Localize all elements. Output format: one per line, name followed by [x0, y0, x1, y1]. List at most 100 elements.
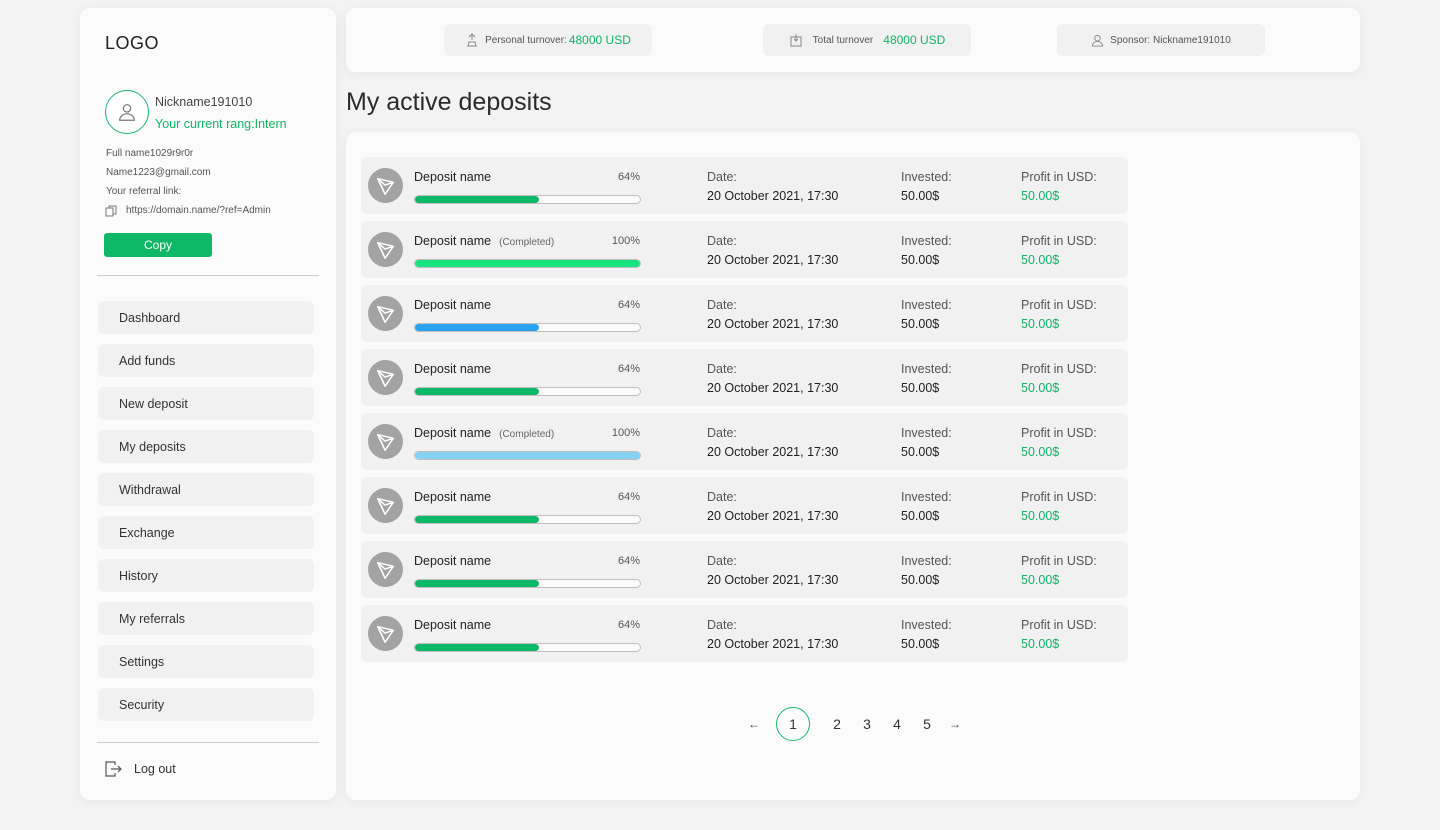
user-icon: [119, 104, 135, 121]
progress-fill: [415, 388, 539, 395]
deposit-percent: 100%: [611, 235, 640, 247]
date-value: 20 October 2021, 17:30: [707, 253, 839, 267]
date-label: Date:: [707, 426, 737, 440]
sidebar-item-new-deposit[interactable]: New deposit: [98, 387, 314, 420]
pagination: ← 1 2 3 4 5 →: [747, 707, 962, 741]
progress-fill: [415, 644, 539, 651]
deposit-row[interactable]: Deposit name (Completed) 100% Date: 20 Octob…: [361, 413, 1128, 470]
invested-value: 50.00$: [901, 381, 940, 395]
progress-bar: [414, 451, 641, 460]
page-link[interactable]: 5: [912, 716, 942, 732]
deposit-percent: 64%: [617, 555, 640, 567]
sidebar-item-settings[interactable]: Settings: [98, 645, 314, 678]
deposit-percent: 64%: [617, 619, 640, 631]
profit-value: 50.00$: [1021, 317, 1060, 331]
invested-label: Invested:: [901, 234, 952, 248]
sidebar-item-my-deposits[interactable]: My deposits: [98, 430, 314, 463]
personal-turnover-badge: Personal turnover: 48000 USD: [444, 24, 652, 56]
progress-fill: [415, 324, 539, 331]
progress-fill: [415, 452, 640, 459]
date-value: 20 October 2021, 17:30: [707, 317, 839, 331]
referral-link[interactable]: https://domain.name/?ref=Admin: [126, 205, 271, 216]
deposit-icon: [368, 296, 403, 331]
page-link[interactable]: 2: [822, 716, 852, 732]
invested-label: Invested:: [901, 298, 952, 312]
profit-label: Profit in USD:: [1021, 426, 1097, 440]
invested-value: 50.00$: [901, 445, 940, 459]
deposit-name: Deposit name: [414, 618, 492, 632]
profit-label: Profit in USD:: [1021, 234, 1097, 248]
deposit-icon: [368, 488, 403, 523]
copy-button[interactable]: Copy: [104, 233, 212, 257]
avatar[interactable]: [105, 90, 149, 134]
profit-label: Profit in USD:: [1021, 618, 1097, 632]
tron-icon: [376, 625, 394, 643]
logout-button[interactable]: Log out: [105, 760, 176, 778]
date-label: Date:: [707, 554, 737, 568]
tron-icon: [376, 497, 394, 515]
page-link[interactable]: 3: [852, 716, 882, 732]
progress-bar: [414, 195, 641, 204]
deposit-row[interactable]: Deposit name 64% Date: 20 October 2021, 17:…: [361, 477, 1128, 534]
sidebar-nav: Dashboard Add funds New deposit My depos…: [98, 301, 314, 731]
progress-fill: [415, 516, 539, 523]
profit-value: 50.00$: [1021, 573, 1060, 587]
progress-bar: [414, 515, 641, 524]
progress-bar: [414, 323, 641, 332]
profit-value: 50.00$: [1021, 637, 1060, 651]
deposit-name-wrap: Deposit name: [414, 298, 491, 312]
deposit-icon: [368, 616, 403, 651]
sidebar: LOGO Nickname191010 Your current rang:In…: [80, 8, 336, 800]
invested-value: 50.00$: [901, 189, 940, 203]
email: Name1223@gmail.com: [106, 167, 211, 178]
tron-icon: [376, 561, 394, 579]
deposit-row[interactable]: Deposit name (Completed) 100% Date: 20 Octob…: [361, 221, 1128, 278]
invested-label: Invested:: [901, 490, 952, 504]
personal-turnover-value: 48000 USD: [568, 33, 631, 47]
deposit-name: Deposit name: [414, 298, 492, 312]
date-label: Date:: [707, 298, 737, 312]
sidebar-item-add-funds[interactable]: Add funds: [98, 344, 314, 377]
date-label: Date:: [707, 490, 737, 504]
deposit-percent: 64%: [617, 363, 640, 375]
page-link[interactable]: 4: [882, 716, 912, 732]
sidebar-item-exchange[interactable]: Exchange: [98, 516, 314, 549]
profit-label: Profit in USD:: [1021, 490, 1097, 504]
deposit-row[interactable]: Deposit name 64% Date: 20 October 2021, 17:…: [361, 349, 1128, 406]
logo[interactable]: LOGO: [105, 33, 159, 54]
sidebar-item-security[interactable]: Security: [98, 688, 314, 721]
deposit-row[interactable]: Deposit name 64% Date: 20 October 2021, 17:…: [361, 605, 1128, 662]
deposit-name: Deposit name: [414, 426, 492, 440]
profit-label: Profit in USD:: [1021, 170, 1097, 184]
copy-icon[interactable]: [105, 205, 117, 217]
referral-label: Your referral link:: [106, 186, 182, 197]
page-title: My active deposits: [346, 88, 552, 116]
progress-bar: [414, 643, 641, 652]
deposit-row[interactable]: Deposit name 64% Date: 20 October 2021, 17:…: [361, 285, 1128, 342]
deposit-percent: 100%: [611, 427, 640, 439]
prev-page-arrow-icon[interactable]: ←: [747, 717, 761, 731]
user-icon: [1092, 34, 1104, 47]
sidebar-item-history[interactable]: History: [98, 559, 314, 592]
sidebar-item-my-referrals[interactable]: My referrals: [98, 602, 314, 635]
progress-bar: [414, 387, 641, 396]
deposit-name-wrap: Deposit name (Completed): [414, 426, 554, 440]
page-current[interactable]: 1: [776, 707, 810, 741]
next-page-arrow-icon[interactable]: →: [948, 717, 962, 731]
profit-label: Profit in USD:: [1021, 554, 1097, 568]
tron-icon: [376, 241, 394, 259]
sidebar-item-dashboard[interactable]: Dashboard: [98, 301, 314, 334]
profit-value: 50.00$: [1021, 509, 1060, 523]
deposit-row[interactable]: Deposit name 64% Date: 20 October 2021, 17:…: [361, 541, 1128, 598]
profit-value: 50.00$: [1021, 253, 1060, 267]
deposit-row[interactable]: Deposit name 64% Date: 20 October 2021, 17:…: [361, 157, 1128, 214]
date-value: 20 October 2021, 17:30: [707, 381, 839, 395]
deposit-name-wrap: Deposit name: [414, 554, 491, 568]
profit-label: Profit in USD:: [1021, 362, 1097, 376]
date-value: 20 October 2021, 17:30: [707, 573, 839, 587]
deposit-icon: [368, 168, 403, 203]
sidebar-item-withdrawal[interactable]: Withdrawal: [98, 473, 314, 506]
tron-icon: [376, 177, 394, 195]
progress-fill: [415, 580, 539, 587]
deposit-percent: 64%: [617, 299, 640, 311]
